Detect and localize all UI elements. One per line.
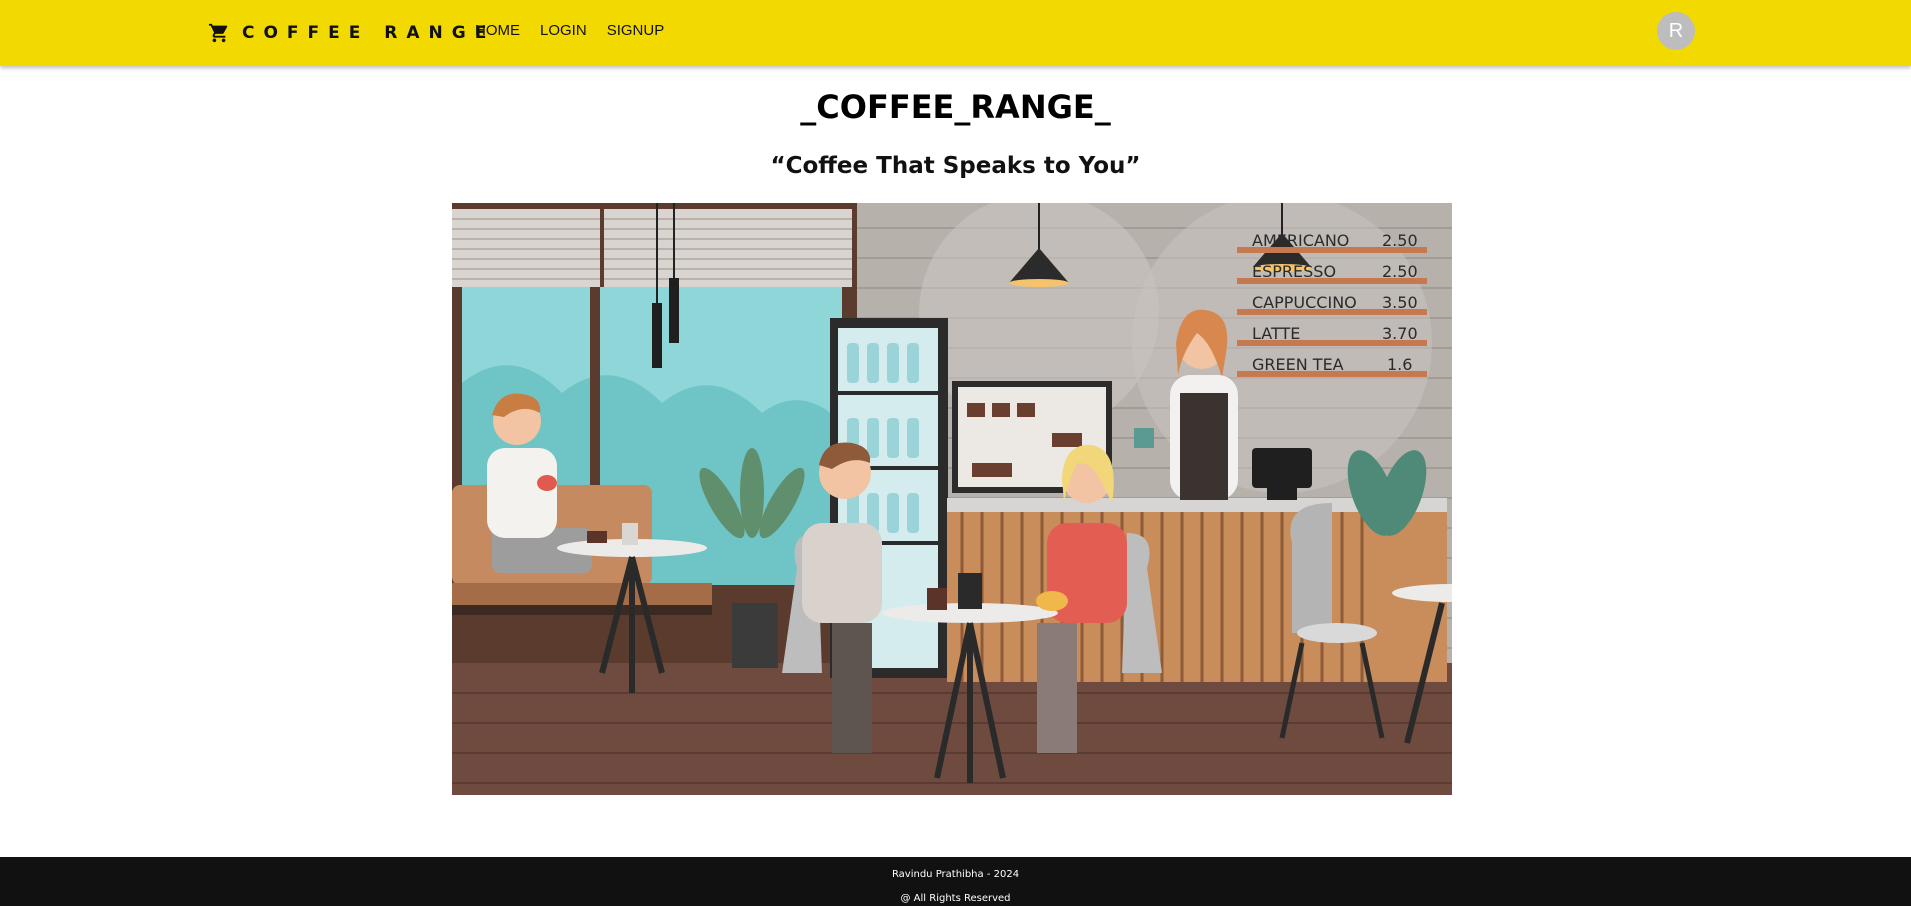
main-nav: HOME LOGIN SIGNUP <box>475 21 684 41</box>
menu-item-name: GREEN TEA <box>1252 355 1344 374</box>
menu-item-name: ESPRESSO <box>1252 262 1336 281</box>
shopping-cart-icon <box>208 23 228 43</box>
menu-item-price: 3.70 <box>1382 324 1418 343</box>
menu-item-name: CAPPUCCINO <box>1252 293 1357 312</box>
menu-item-price: 3.50 <box>1382 293 1418 312</box>
menu-item-price: 2.50 <box>1382 231 1418 250</box>
menu-item-price: 2.50 <box>1382 262 1418 281</box>
menu-item-name: AMERICANO <box>1252 231 1349 250</box>
menu-item-price: 1.6 <box>1387 355 1412 374</box>
footer-rights: @ All Rights Reserved <box>900 893 1011 904</box>
cafe-illustration: AMERICANO 2.50 ESPRESSO 2.50 CAPPUCCINO … <box>452 203 1452 795</box>
nav-home-link[interactable]: HOME <box>475 21 520 41</box>
user-avatar[interactable]: R <box>1657 12 1695 50</box>
nav-signup-link[interactable]: SIGNUP <box>607 21 665 41</box>
page: COFFEE RANGE HOME LOGIN SIGNUP R _COFFEE… <box>0 0 1911 906</box>
brand-name: COFFEE RANGE <box>242 23 496 43</box>
brand-logo[interactable]: COFFEE RANGE <box>208 18 495 48</box>
top-navbar: COFFEE RANGE HOME LOGIN SIGNUP R <box>0 0 1911 66</box>
page-tagline: “Coffee That Speaks to You” <box>770 153 1141 179</box>
menu-item-name: LATTE <box>1252 324 1300 343</box>
page-title: _COFFEE_RANGE_ <box>800 88 1111 126</box>
footer-credit: Ravindu Prathibha - 2024 <box>891 869 1020 880</box>
site-footer: Ravindu Prathibha - 2024 @ All Rights Re… <box>0 857 1911 906</box>
nav-login-link[interactable]: LOGIN <box>540 21 587 41</box>
